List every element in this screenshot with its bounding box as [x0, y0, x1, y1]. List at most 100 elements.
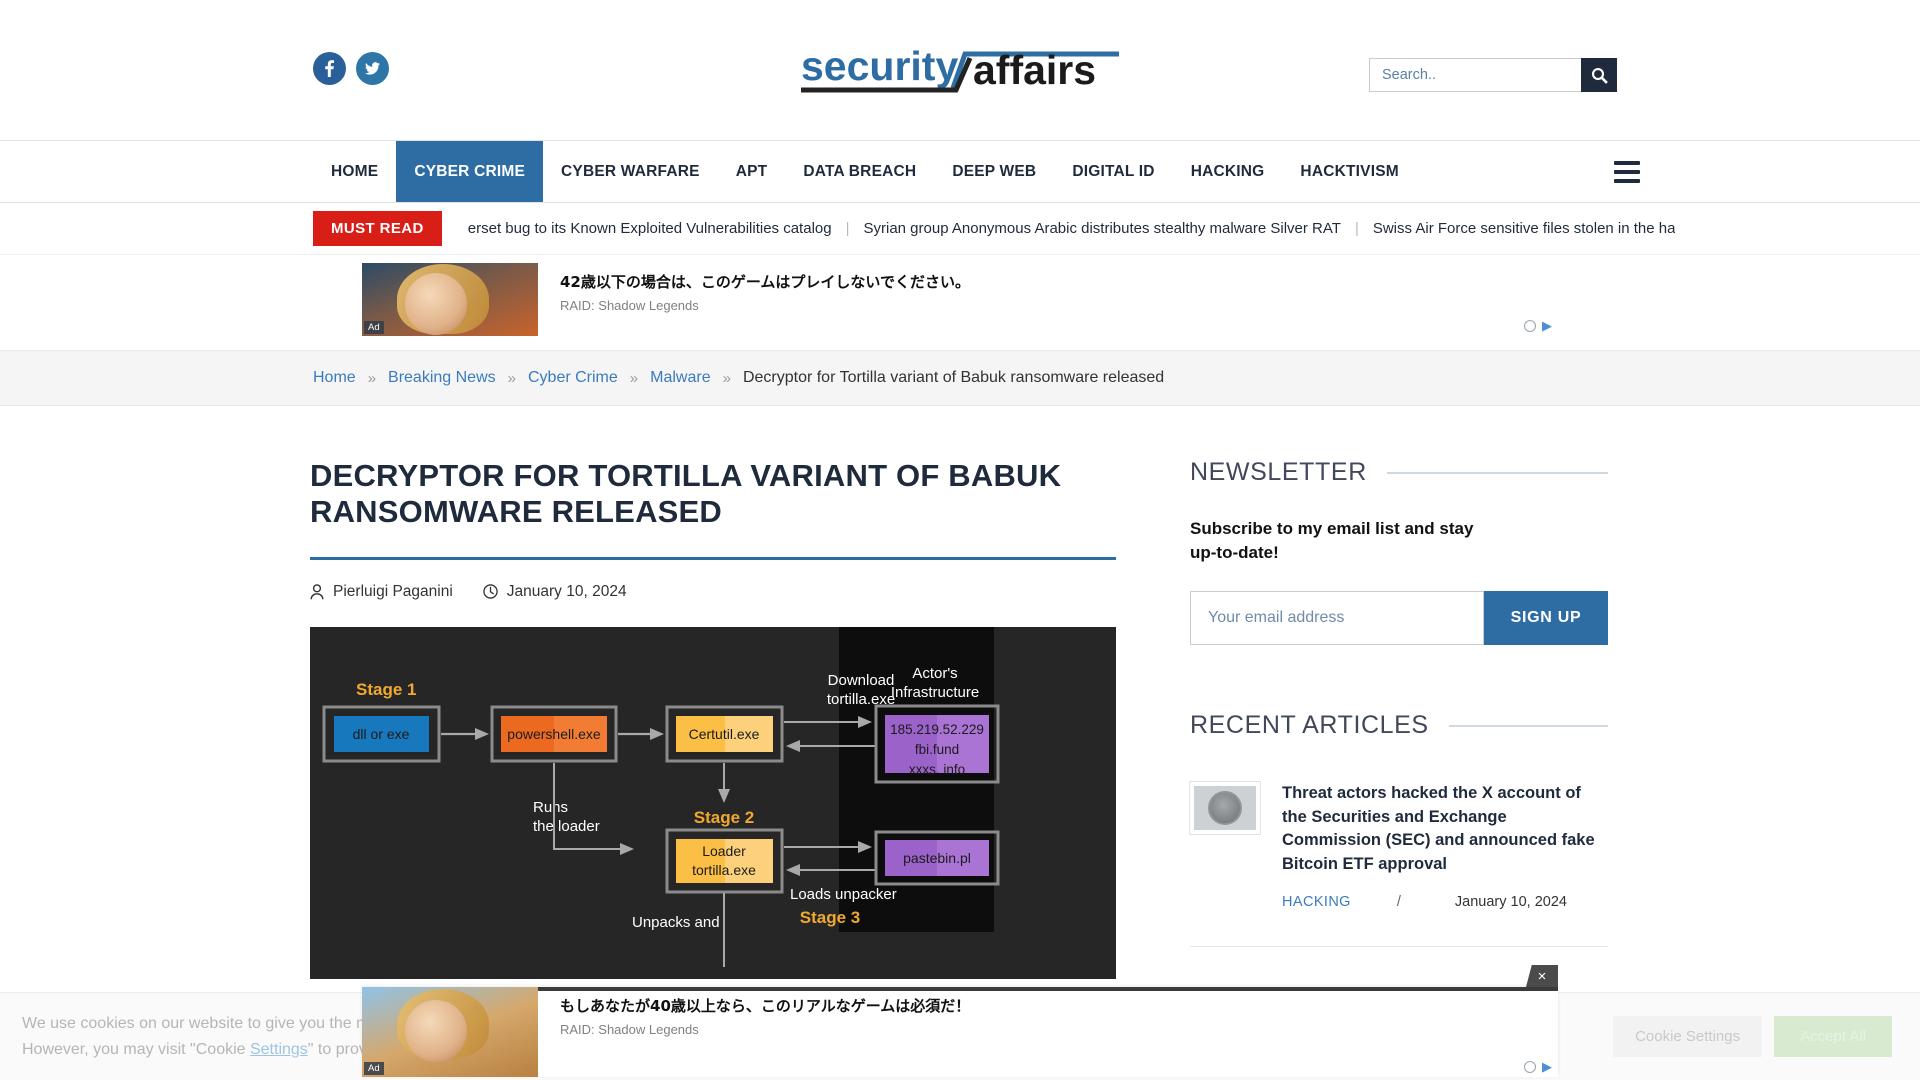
advertisement-bottom[interactable]: × Ad もしあなたが40歳以上なら、このリアルなゲームは必須だ！ RAID: …	[362, 965, 1558, 1077]
list-item[interactable]: Threat actors hacked the X account of th…	[1190, 782, 1608, 910]
cookie-settings-link[interactable]: Settings	[250, 1041, 308, 1058]
advertisement-top[interactable]: Ad 42歳以下の場合は、このゲームはプレイしないでください。 RAID: Sh…	[362, 263, 1558, 336]
article-category[interactable]: HACKING	[1282, 894, 1351, 910]
diagram-node-dll-or-exe: dll or exe	[353, 726, 410, 742]
nav-item-hacking[interactable]: HACKING	[1173, 141, 1283, 202]
sidebar: NEWSLETTER Subscribe to my email list an…	[1190, 458, 1608, 979]
ad-controls[interactable]: ▶	[1524, 318, 1552, 334]
ad-copy: もしあなたが40歳以上なら、このリアルなゲームは必須だ！ RAID: Shado…	[538, 987, 1558, 1077]
diagram-edge-loads-unpacker: Loads unpacker	[790, 886, 897, 903]
diagram-node-pastebin: pastebin.pl	[903, 850, 971, 866]
diagram-stage-2-label: Stage 2	[694, 808, 754, 827]
diagram-stage-3-label: Stage 3	[800, 908, 860, 927]
title-divider	[310, 556, 1116, 560]
ad-advertiser: RAID: Shadow Legends	[560, 1022, 699, 1037]
article-author[interactable]: Pierluigi Paganini	[310, 583, 453, 601]
newsletter-description: Subscribe to my email list and stay up-t…	[1190, 519, 1474, 563]
nav-label: HACKTIVISM	[1300, 162, 1399, 180]
ad-controls[interactable]: ▶	[1524, 1059, 1552, 1075]
ticker-item[interactable]: Swiss Air Force sensitive files stolen i…	[1373, 220, 1676, 237]
diagram-node-certutil: Certutil.exe	[689, 726, 760, 742]
nav-item-cyber-warfare[interactable]: CYBER WARFARE	[543, 141, 718, 202]
diagram-node-c2-domain1: fbi.fund	[915, 742, 959, 757]
ad-title[interactable]: 42歳以下の場合は、このゲームはプレイしないでください。	[560, 271, 1558, 292]
search-input[interactable]	[1369, 58, 1581, 92]
article-date: January 10, 2024	[483, 583, 627, 601]
sec-seal-icon	[1208, 791, 1242, 826]
breadcrumb-item-cyber-crime[interactable]: Cyber Crime	[528, 369, 618, 387]
diagram-group-label-2: Infrastructure	[891, 684, 979, 701]
recent-article-meta: HACKING / January 10, 2024	[1282, 894, 1608, 910]
nav-items: HOME CYBER CRIME CYBER WARFARE APT DATA …	[313, 141, 1417, 202]
must-read-ticker: MUST READ erset bug to its Known Exploit…	[0, 203, 1920, 255]
nav-item-cyber-crime[interactable]: CYBER CRIME	[396, 141, 544, 202]
recent-articles-header: RECENT ARTICLES	[1190, 711, 1608, 740]
clock-icon	[483, 584, 498, 600]
breadcrumb-item-breaking-news[interactable]: Breaking News	[388, 369, 496, 387]
ticker-item-list: erset bug to its Known Exploited Vulnera…	[468, 220, 1676, 237]
breadcrumb-separator: »	[629, 369, 639, 387]
social-links	[313, 52, 389, 85]
ticker-separator: |	[845, 220, 850, 237]
nav-label: DIGITAL ID	[1072, 162, 1155, 180]
nav-label: DATA BREACH	[803, 162, 917, 180]
nav-item-hacktivism[interactable]: HACKTIVISM	[1282, 141, 1416, 202]
cookie-banner-actions: Cookie Settings Accept All	[1613, 1016, 1892, 1057]
diagram-edge-runs-1: Runs	[533, 799, 568, 816]
article-featured-diagram: Stage 1 dll or exe powershell.exe Certut…	[310, 626, 1116, 979]
ad-thumbnail[interactable]: Ad	[362, 263, 538, 336]
ticker-item[interactable]: Syrian group Anonymous Arabic distribute…	[864, 220, 1341, 237]
ad-thumbnail[interactable]: Ad	[362, 987, 538, 1077]
article-thumbnail[interactable]	[1190, 782, 1260, 835]
hamburger-icon[interactable]	[1614, 160, 1640, 183]
nav-label: HOME	[331, 162, 379, 180]
nav-item-apt[interactable]: APT	[718, 141, 786, 202]
signup-button[interactable]: SIGN UP	[1484, 591, 1608, 646]
breadcrumb-item-home[interactable]: Home	[313, 369, 356, 387]
site-logo[interactable]: security affairs	[801, 44, 1119, 96]
diagram-edge-download-1: Download	[828, 672, 895, 689]
diagram-node-loader-2: tortilla.exe	[692, 862, 756, 878]
email-field[interactable]	[1190, 591, 1484, 646]
nav-item-digital-id[interactable]: DIGITAL ID	[1054, 141, 1172, 202]
nav-item-data-breach[interactable]: DATA BREACH	[785, 141, 934, 202]
ad-badge: Ad	[364, 1061, 384, 1075]
diagram-group-label-1: Actor's	[912, 665, 957, 682]
adchoices-icon[interactable]: ▶	[1542, 1059, 1552, 1075]
search-button[interactable]	[1581, 58, 1617, 92]
logo-text-secondary: affairs	[973, 47, 1096, 93]
accept-all-button[interactable]: Accept All	[1774, 1016, 1892, 1057]
nav-item-home[interactable]: HOME	[313, 141, 396, 202]
search-form[interactable]	[1369, 58, 1617, 92]
diagram-node-powershell: powershell.exe	[507, 726, 601, 742]
author-name: Pierluigi Paganini	[333, 582, 453, 600]
recent-article-title[interactable]: Threat actors hacked the X account of th…	[1282, 782, 1608, 876]
diagram-edge-runs-2: the loader	[533, 818, 600, 835]
twitter-icon[interactable]	[356, 52, 389, 85]
article-summary: Threat actors hacked the X account of th…	[1282, 782, 1608, 910]
breadcrumb-separator: »	[722, 369, 731, 387]
nav-item-deep-web[interactable]: DEEP WEB	[934, 141, 1054, 202]
ad-image-face	[404, 273, 467, 336]
newsletter-form[interactable]: SIGN UP	[1190, 591, 1608, 646]
ad-title[interactable]: もしあなたが40歳以上なら、このリアルなゲームは必須だ！	[560, 995, 1558, 1016]
meta-separator: /	[1396, 893, 1401, 910]
ticker-item[interactable]: erset bug to its Known Exploited Vulnera…	[468, 220, 832, 237]
nav-label: DEEP WEB	[952, 162, 1037, 180]
breadcrumb: Home » Breaking News » Cyber Crime » Mal…	[313, 369, 1164, 387]
ad-advertiser: RAID: Shadow Legends	[560, 298, 699, 313]
ad-info-icon[interactable]	[1524, 1061, 1536, 1073]
user-icon	[310, 584, 324, 600]
breadcrumb-bar: Home » Breaking News » Cyber Crime » Mal…	[0, 350, 1920, 406]
breadcrumb-item-malware[interactable]: Malware	[650, 369, 710, 387]
nav-label: APT	[735, 162, 768, 180]
facebook-icon[interactable]	[313, 52, 346, 85]
ad-info-icon[interactable]	[1524, 320, 1536, 332]
adchoices-icon[interactable]: ▶	[1542, 318, 1552, 334]
article-date: January 10, 2024	[1454, 893, 1567, 910]
cookie-settings-button[interactable]: Cookie Settings	[1613, 1016, 1763, 1057]
newsletter-header: NEWSLETTER	[1190, 458, 1608, 487]
nav-label: HACKING	[1190, 162, 1265, 180]
list-divider	[1190, 945, 1608, 947]
main-navigation: HOME CYBER CRIME CYBER WARFARE APT DATA …	[0, 140, 1920, 203]
